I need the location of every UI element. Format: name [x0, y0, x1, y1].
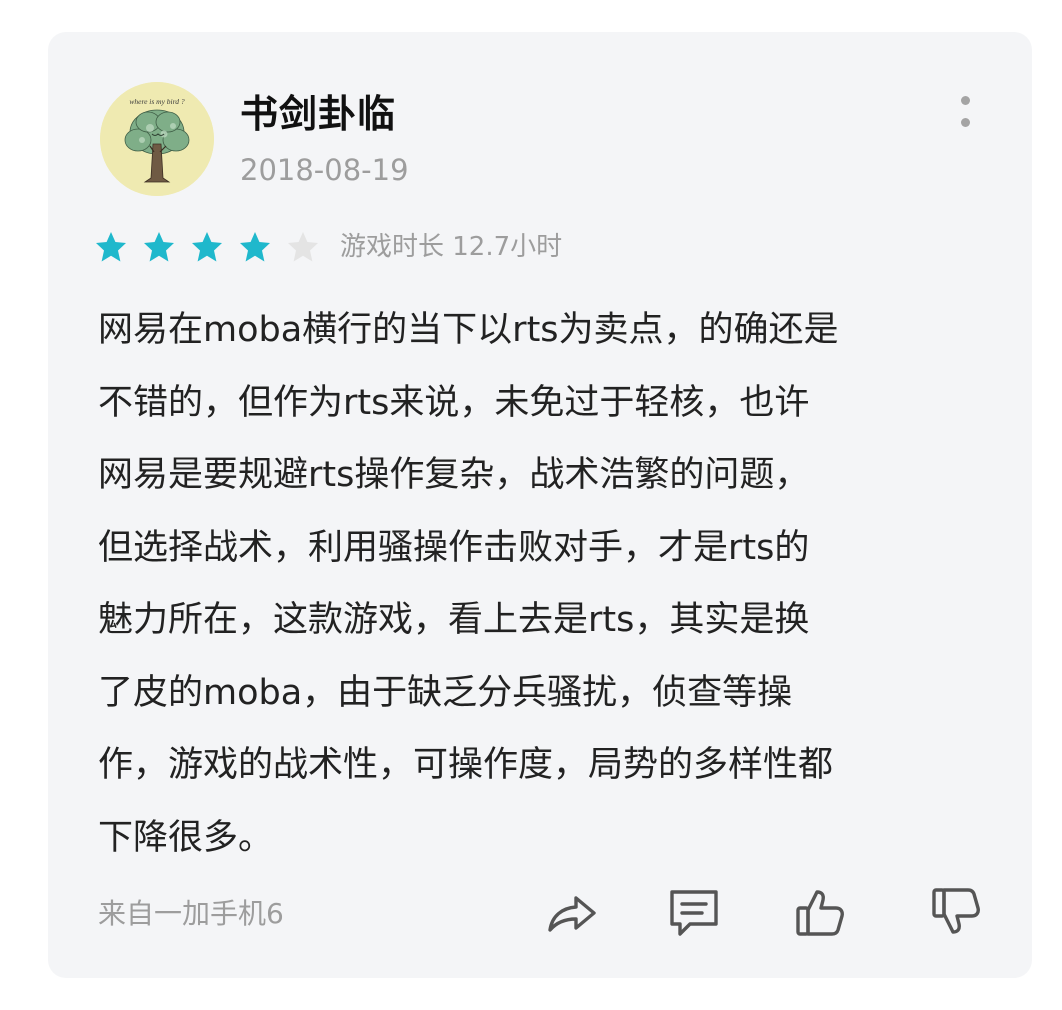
more-options-button[interactable]	[950, 92, 980, 136]
share-button[interactable]	[544, 884, 600, 940]
avatar[interactable]: where is my bird ?	[100, 82, 214, 196]
star-filled-icon	[190, 230, 224, 264]
playtime-label: 游戏时长 12.7小时	[340, 232, 563, 262]
tree-drawing-icon: where is my bird ?	[100, 82, 214, 196]
star-empty-icon	[286, 230, 320, 264]
more-vertical-icon	[961, 96, 970, 105]
dislike-button[interactable]	[928, 884, 984, 940]
star-filled-icon	[142, 230, 176, 264]
review-card: where is my bird ? 书剑卦临 2018-08-19 游戏时长 …	[48, 32, 1032, 978]
share-icon	[548, 896, 596, 932]
username[interactable]: 书剑卦临	[240, 90, 396, 138]
star-rating: 游戏时长 12.7小时	[94, 230, 562, 264]
star-filled-icon	[94, 230, 128, 264]
star-filled-icon	[238, 230, 272, 264]
thumbs-up-icon	[796, 890, 844, 936]
review-date: 2018-08-19	[240, 153, 409, 187]
device-label: 来自一加手机6	[98, 897, 284, 930]
thumbs-down-icon	[932, 888, 980, 934]
like-button[interactable]	[792, 884, 848, 940]
review-text: 网易在moba横行的当下以rts为卖点，的确还是 不错的，但作为rts来说，未免…	[98, 310, 839, 858]
more-vertical-icon-dot	[961, 118, 970, 127]
comment-icon	[670, 890, 718, 936]
comment-button[interactable]	[666, 884, 722, 940]
avatar-caption: where is my bird ?	[129, 97, 185, 106]
